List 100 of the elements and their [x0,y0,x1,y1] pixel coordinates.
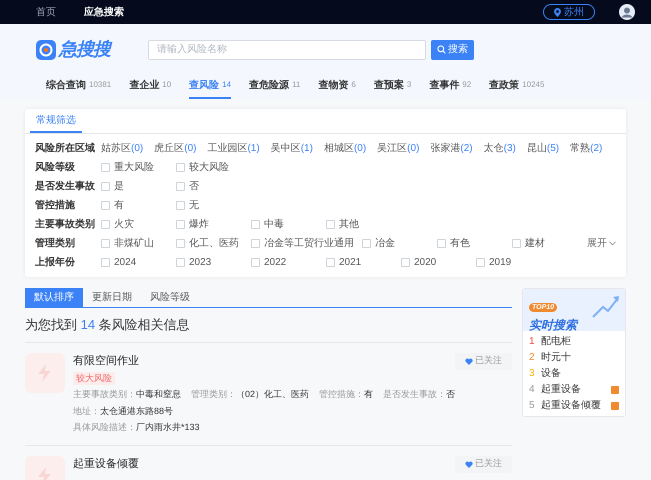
region-option[interactable]: 张家港(2) [430,141,473,156]
rank-number: 4 [529,383,536,397]
checkbox[interactable] [176,182,185,191]
rank-number: 1 [529,335,536,349]
checkbox[interactable] [176,220,185,229]
category-tab[interactable]: 查企业 10 [129,73,172,99]
search-field[interactable]: 请输入风险名称 [148,40,426,60]
hot-search-item[interactable]: 配电柜 [541,334,619,349]
option-label: 中毒 [264,218,284,232]
result-field: 是否发生事故：否 [383,388,456,402]
checkbox[interactable] [326,220,335,229]
result-field: 具体风险描述：厂内雨水井*133 [73,421,200,434]
checkbox[interactable] [176,258,185,267]
checkbox[interactable] [101,163,110,172]
category-tab[interactable]: 查预案 3 [374,73,412,99]
sort-tab[interactable]: 更新日期 [83,288,141,307]
checkbox[interactable] [251,220,260,229]
checkbox[interactable] [476,258,485,267]
filter-label: 上报年份 [35,256,76,270]
category-tab[interactable]: 查事件 92 [429,73,472,99]
option-label: 建材 [525,236,545,251]
lightning-icon [37,466,53,480]
expand-button[interactable]: 展开 [587,236,616,251]
result-field: 主要事故类别：中毒和窒息 [73,388,181,402]
option-label: 有色 [450,237,470,251]
filter-label: 管控措施 [35,198,76,213]
category-tab[interactable]: 查危险源 11 [249,73,300,99]
region-option[interactable]: 姑苏区(0) [101,141,144,156]
region-option[interactable]: 工业园区(1) [207,141,260,156]
avatar-icon[interactable] [619,4,635,20]
filter-label: 主要事故类别 [35,217,96,232]
nav-link[interactable]: 应急搜索 [84,4,124,20]
region-option[interactable]: 吴江区(0) [377,141,420,156]
result-title[interactable]: 有限空间作业 [73,352,456,369]
option-label: 无 [189,199,199,213]
hot-search-item[interactable]: 起重设备倾覆 [541,398,611,413]
option-label: 火灾 [114,218,134,232]
option-label: 否 [189,180,199,194]
checkbox[interactable] [512,239,521,248]
region-option[interactable]: 虎丘区(0) [154,141,196,156]
region-option[interactable]: 相城区(0) [324,141,366,156]
hot-search-item[interactable]: 时元十 [541,350,619,365]
checkbox[interactable] [101,201,110,210]
option-label: 其他 [339,218,359,232]
rank-number: 2 [529,351,536,365]
heart-icon [465,358,474,364]
region-option[interactable]: 吴中区(1) [270,141,313,156]
checkbox[interactable] [101,182,110,191]
sort-tab[interactable]: 默认排序 [25,288,83,307]
results-summary: 为您找到 14 条风险相关信息 [25,308,512,342]
rank-number: 3 [529,367,536,381]
checkbox[interactable] [362,239,371,248]
checkbox[interactable] [101,220,110,229]
heart-icon [465,460,473,468]
logo-icon [36,40,56,60]
nav-link[interactable]: 首页 [36,4,56,20]
option-label: 2021 [339,256,362,270]
filter-tab[interactable]: 常规筛选 [30,109,82,133]
search-button[interactable]: 搜索 [431,40,474,60]
checkbox[interactable] [176,201,185,210]
region-option[interactable]: 太仓(3) [484,141,516,156]
region-option[interactable]: 昆山(5) [526,141,560,156]
region-option[interactable]: 常熟(2) [570,141,602,156]
rank-number: 5 [529,399,536,413]
category-tab[interactable]: 查政策 10245 [489,73,544,99]
location-button[interactable]: 苏州 [543,4,595,20]
hot-search-title: 实时搜索 [529,317,580,333]
filter-label: 管理类别 [35,236,76,251]
hot-search-item[interactable]: 设备 [541,366,619,381]
option-label: 重大风险 [114,160,154,175]
option-label: 2020 [414,256,436,270]
category-tab[interactable]: 综合查询 10381 [46,73,112,99]
option-label: 2023 [189,256,212,270]
option-label: 有 [114,199,124,213]
filter-label: 风险等级 [35,160,76,175]
checkbox[interactable] [326,258,335,267]
logo-text: 急搜搜 [59,38,110,61]
result-field: 管控措施：有 [319,388,374,402]
option-label: 2024 [114,256,136,270]
checkbox[interactable] [101,258,110,267]
checkbox[interactable] [176,239,185,248]
result-field: 地址：太仓通港东路88号 [73,404,174,418]
checkbox[interactable] [437,239,446,248]
checkbox[interactable] [401,258,410,267]
checkbox[interactable] [176,163,185,172]
sort-tab[interactable]: 风险等级 [141,288,199,307]
result-field: 管理类别：（02）化工、医药 [191,388,310,402]
option-label: 化工、医药 [189,236,239,251]
hot-search-item[interactable]: 起重设备 [541,382,611,397]
checkbox[interactable] [251,258,260,267]
risk-level-tag: 较大风险 [73,372,115,385]
option-label: 冶金等工贸行业通用 [264,236,354,251]
checkbox[interactable] [101,239,110,248]
checkbox[interactable] [251,239,260,248]
option-label: 非煤矿山 [114,236,154,251]
result-title[interactable]: 起重设备倾覆 [73,456,455,472]
category-tab[interactable]: 查物资 6 [318,73,356,99]
rising-chart-icon [591,293,621,319]
option-label: 2022 [264,256,286,270]
option-label: 爆炸 [189,218,209,232]
